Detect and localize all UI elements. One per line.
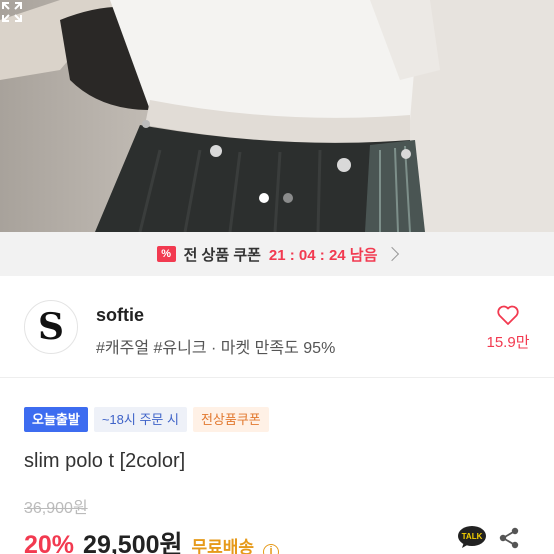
heart-icon[interactable]	[496, 303, 520, 327]
coupon-banner[interactable]: % 전 상품 쿠폰 21 : 04 : 24 남음	[0, 232, 554, 276]
sale-price: 29,500원	[83, 531, 183, 554]
coupon-timer: 21 : 04 : 24 남음	[268, 246, 378, 264]
expand-icon[interactable]	[0, 0, 24, 24]
share-icon[interactable]	[498, 527, 520, 549]
slide-indicator	[259, 193, 293, 203]
chevron-right-icon	[385, 246, 400, 262]
shop-logo-letter: S	[38, 306, 64, 348]
talk-label: TALK	[462, 532, 483, 541]
original-price: 36,900원	[24, 500, 88, 517]
shop-info[interactable]: S softie #캐주얼 #유니크 · 마켓 만족도 95% 15.9만	[0, 276, 554, 378]
slide-dot[interactable]	[283, 193, 293, 203]
talk-icon[interactable]: TALK	[457, 525, 487, 549]
like-count: 15.9만	[486, 334, 530, 351]
coupon-icon: %	[156, 246, 176, 262]
product-badges: 오늘출발 ~18시 주문 시 전상품쿠폰	[24, 407, 269, 432]
coupon-label: 전 상품 쿠폰	[183, 246, 261, 264]
price-row: 20% 29,500원 무료배송 i	[24, 525, 280, 554]
shop-tags: #캐주얼 #유니크 · 마켓 만족도 95%	[96, 340, 336, 357]
badge-today-ship: 오늘출발	[24, 407, 88, 432]
slide-dot-active[interactable]	[259, 193, 269, 203]
shop-logo[interactable]: S	[24, 300, 78, 354]
free-shipping-label: 무료배송	[191, 538, 255, 554]
info-icon[interactable]: i	[263, 544, 280, 554]
badge-coupon: 전상품쿠폰	[192, 407, 269, 432]
badge-order-time: ~18시 주문 시	[93, 407, 187, 432]
shop-name[interactable]: softie	[96, 305, 144, 326]
discount-rate: 20%	[24, 531, 75, 554]
product-title: slim polo t [2color]	[24, 450, 186, 472]
product-image[interactable]	[0, 0, 554, 232]
